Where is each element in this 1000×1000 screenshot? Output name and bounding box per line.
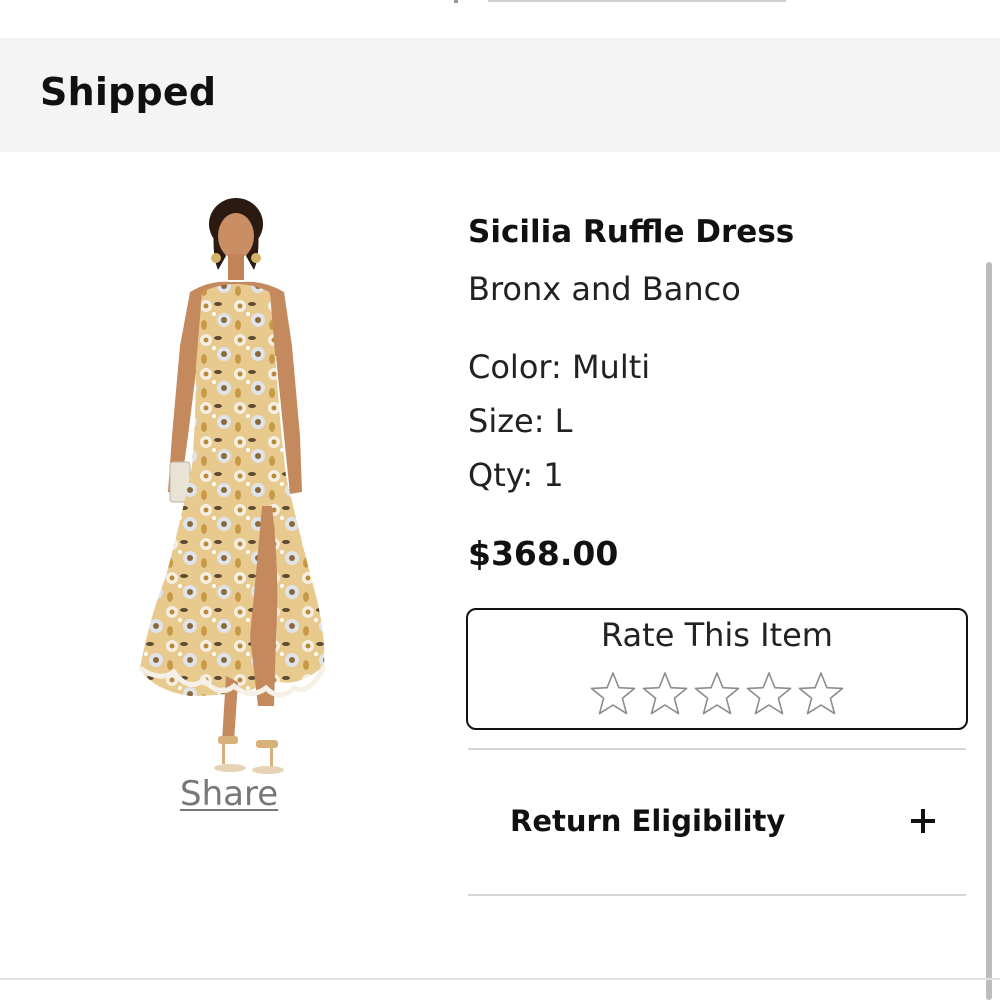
- star-outline-icon[interactable]: [641, 670, 689, 718]
- cropped-top-content: [0, 0, 1000, 34]
- product-size: Size: L: [468, 402, 573, 440]
- rate-item-title: Rate This Item: [601, 616, 833, 654]
- product-color: Color: Multi: [468, 348, 651, 386]
- star-outline-icon[interactable]: [693, 670, 741, 718]
- star-rating: [468, 670, 966, 718]
- section-divider: [468, 748, 966, 750]
- star-outline-icon[interactable]: [797, 670, 845, 718]
- section-divider: [468, 894, 966, 896]
- cropped-text-fragment: [454, 0, 458, 3]
- product-image[interactable]: [130, 196, 340, 774]
- order-status-title: Shipped: [40, 70, 217, 114]
- product-name[interactable]: Sicilia Ruffle Dress: [468, 214, 794, 250]
- product-brand[interactable]: Bronx and Banco: [468, 270, 741, 308]
- order-status-header: Shipped: [0, 38, 1000, 152]
- return-eligibility-label: Return Eligibility: [510, 804, 786, 838]
- scrollbar[interactable]: [986, 262, 992, 1000]
- share-link[interactable]: Share: [180, 774, 278, 814]
- plus-icon[interactable]: [910, 808, 936, 834]
- product-quantity: Qty: 1: [468, 456, 564, 494]
- order-item-page: Shipped Share Sicilia Ruffle Dress Bronx…: [0, 0, 1000, 1000]
- rate-item-box: Rate This Item: [466, 608, 968, 730]
- star-outline-icon[interactable]: [589, 670, 637, 718]
- star-outline-icon[interactable]: [745, 670, 793, 718]
- return-eligibility-toggle[interactable]: Return Eligibility: [468, 770, 966, 880]
- product-price: $368.00: [468, 534, 619, 573]
- cropped-underline: [488, 0, 786, 2]
- bottom-divider: [0, 978, 1000, 980]
